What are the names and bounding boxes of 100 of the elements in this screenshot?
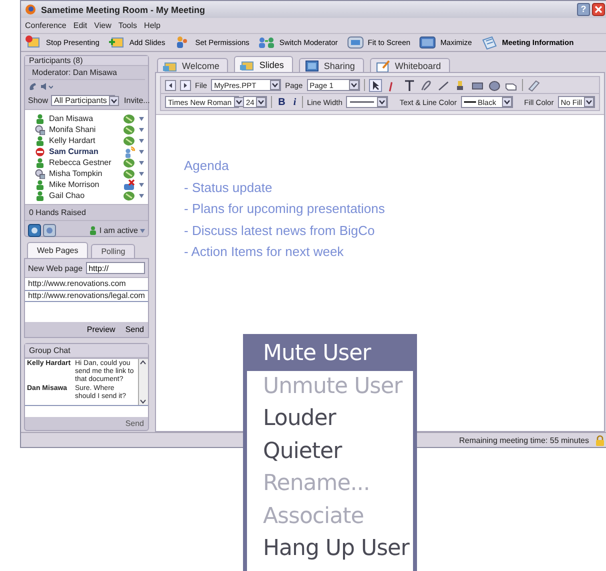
slide-text-line: - Status update bbox=[184, 178, 274, 197]
monitor-icon bbox=[346, 35, 364, 50]
invite-link[interactable]: Invite... bbox=[124, 96, 150, 105]
menu-item[interactable]: Conference bbox=[25, 21, 66, 30]
show-label: Show bbox=[28, 96, 48, 105]
content-tab[interactable]: Whiteboard bbox=[370, 58, 450, 72]
slide-text-line: - Plans for upcoming presentations bbox=[184, 200, 386, 218]
scrollbar[interactable] bbox=[138, 359, 148, 405]
info-sheet-icon bbox=[480, 35, 498, 50]
participant-name: Mike Morrison bbox=[49, 180, 100, 189]
participant-name: Gail Chao bbox=[49, 191, 86, 200]
line-tool-icon[interactable] bbox=[436, 78, 450, 92]
moderator-label: Moderator: Dan Misawa bbox=[28, 66, 145, 80]
participant-name: Kelly Hardart bbox=[49, 136, 96, 145]
panel-button[interactable]: Send bbox=[125, 325, 144, 334]
dropdown-arrow-icon bbox=[108, 96, 119, 106]
scroll-down-icon bbox=[139, 398, 147, 405]
active-status-icon bbox=[35, 136, 45, 146]
menu-item[interactable]: Mute User bbox=[247, 338, 413, 370]
participant-name: Dan Misawa bbox=[49, 114, 94, 123]
panel-tab[interactable]: Web Pages bbox=[27, 242, 88, 258]
content-tab[interactable]: Welcome bbox=[157, 58, 228, 72]
panel-tab[interactable]: Polling bbox=[91, 244, 136, 258]
caret-icon bbox=[140, 228, 145, 232]
window-title: Sametime Meeting Room - My Meeting bbox=[41, 4, 206, 14]
ellipse-tool-icon[interactable] bbox=[488, 78, 501, 92]
idle-status-icon bbox=[35, 168, 45, 178]
active-status-icon bbox=[89, 226, 98, 235]
url-list-item[interactable]: http://www.renovations.com bbox=[25, 278, 148, 290]
panel-button[interactable]: Preview bbox=[86, 325, 116, 334]
participant-row[interactable]: Misha Tompkin bbox=[25, 168, 148, 179]
panel-title: Participants (8) bbox=[29, 56, 83, 65]
content-tab[interactable]: Slides bbox=[234, 56, 293, 72]
menu-item[interactable]: Edit bbox=[73, 21, 88, 30]
menu-item[interactable]: Hang Up User bbox=[247, 533, 413, 566]
participant-row[interactable]: Mike Morrison bbox=[25, 179, 148, 190]
dropdown-arrow-icon bbox=[348, 80, 359, 90]
lock-icon bbox=[595, 434, 605, 446]
panel-title: Group Chat bbox=[29, 346, 70, 355]
caret-icon bbox=[139, 160, 144, 164]
text-tool-icon[interactable] bbox=[402, 78, 416, 92]
caret-icon bbox=[139, 172, 144, 176]
url-list-item[interactable]: http://www.renovations/legal.com bbox=[25, 290, 148, 302]
participant-row[interactable]: Sam Curman bbox=[25, 146, 148, 157]
eraser-icon[interactable] bbox=[526, 78, 540, 92]
participant-name: Monifa Shani bbox=[49, 125, 97, 134]
screen-icon bbox=[304, 58, 320, 72]
line-width-dropdown[interactable] bbox=[346, 96, 388, 108]
participant-row[interactable]: Kelly Hardart bbox=[25, 135, 148, 146]
active-status-icon bbox=[35, 114, 45, 124]
participant-name: Sam Curman bbox=[49, 147, 100, 156]
close-icon[interactable] bbox=[592, 3, 605, 16]
next-button[interactable] bbox=[180, 80, 191, 90]
active-status-icon bbox=[35, 180, 45, 190]
globe-icon bbox=[25, 4, 36, 15]
dropdown-arrow-icon bbox=[234, 97, 244, 107]
menu-item[interactable]: Quieter bbox=[247, 436, 413, 468]
participant-row[interactable]: Monifa Shani bbox=[25, 124, 148, 135]
highlighter-icon[interactable] bbox=[420, 78, 433, 92]
italic-button[interactable]: i bbox=[291, 96, 298, 108]
send-button[interactable]: Send bbox=[125, 419, 144, 428]
slide-text-line: - Action Items for next week bbox=[184, 243, 345, 261]
participant-row[interactable]: Rebecca Gestner bbox=[25, 157, 148, 168]
url-input[interactable]: http:// bbox=[86, 262, 145, 274]
caret-icon bbox=[139, 150, 144, 154]
bold-button[interactable]: B bbox=[276, 96, 288, 108]
phone-icon[interactable] bbox=[28, 82, 37, 91]
whiteboard-icon bbox=[374, 58, 391, 72]
hands-raised-count: 0 Hands Raised bbox=[25, 205, 148, 221]
my-status-menu[interactable]: I am active bbox=[89, 226, 145, 235]
dropdown-arrow-icon bbox=[377, 97, 388, 107]
caret-icon bbox=[139, 128, 144, 132]
dropdown-arrow-icon bbox=[584, 97, 594, 107]
idle-status-icon bbox=[35, 124, 45, 134]
active-status-icon bbox=[35, 158, 45, 168]
swap-people-icon bbox=[258, 35, 276, 50]
line-sample-icon bbox=[349, 99, 376, 105]
stop-slide-icon bbox=[25, 35, 42, 50]
menu-item[interactable]: View bbox=[94, 21, 112, 30]
chat-input[interactable] bbox=[25, 405, 148, 417]
dropdown-arrow-icon bbox=[502, 97, 512, 107]
status-text: Remaining meeting time: 55 minutes bbox=[459, 436, 589, 444]
dropdown-arrow-icon bbox=[270, 80, 280, 90]
previous-button[interactable] bbox=[165, 80, 176, 90]
new-web-page-label: New Web page bbox=[28, 264, 83, 272]
dropdown-arrow-icon bbox=[256, 97, 266, 107]
participant-name: Rebecca Gestner bbox=[49, 158, 112, 167]
menu-item[interactable]: Help bbox=[144, 21, 160, 30]
caret-icon bbox=[139, 116, 144, 120]
participant-row[interactable]: Gail Chao bbox=[25, 190, 148, 201]
caret-icon bbox=[139, 182, 144, 186]
previous-icon bbox=[167, 82, 174, 88]
participant-row[interactable]: Dan Misawa bbox=[25, 113, 148, 124]
menu-item[interactable]: Louder bbox=[247, 403, 413, 436]
content-tab[interactable]: Sharing bbox=[298, 58, 364, 72]
menu-item[interactable]: Tools bbox=[118, 21, 138, 30]
line-sample-icon bbox=[464, 99, 476, 105]
speaker-icon[interactable] bbox=[40, 82, 53, 91]
caret-icon bbox=[139, 138, 144, 142]
pointer-icon[interactable] bbox=[368, 78, 382, 92]
